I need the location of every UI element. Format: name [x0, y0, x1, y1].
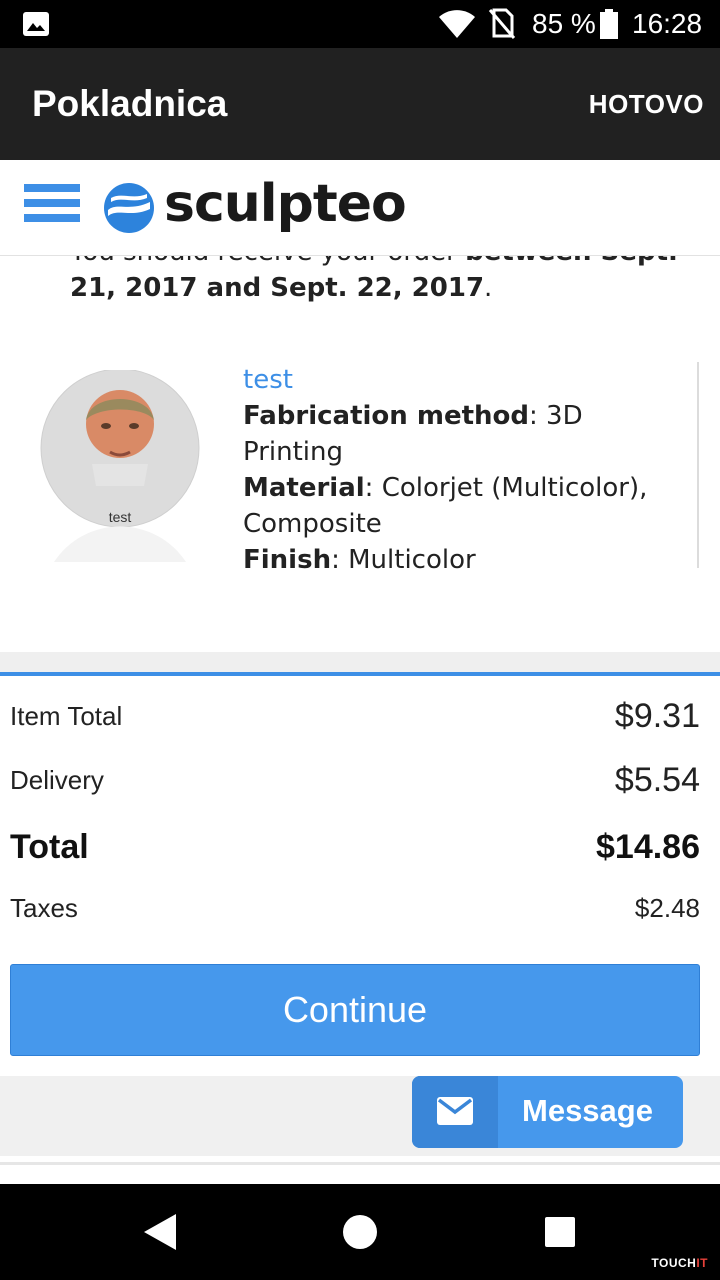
taxes-value: $2.48 [634, 893, 700, 923]
home-icon[interactable] [343, 1215, 377, 1249]
item-total-value: $9.31 [614, 697, 700, 735]
material-line: Material: Colorjet (Multicolor), Composi… [243, 473, 648, 539]
item-divider [697, 362, 699, 568]
sculpteo-logo-icon[interactable] [103, 182, 155, 234]
delivery-row: Delivery $5.54 [10, 760, 700, 800]
no-sim-icon [488, 8, 516, 39]
status-bar: 85 % 16:28 [0, 0, 720, 48]
battery-percent: 85 % [532, 8, 596, 39]
image-icon [23, 12, 49, 36]
item-name-link[interactable]: test [243, 362, 293, 398]
total-label: Total [10, 828, 89, 866]
app-bar: Pokladnica HOTOVO [0, 48, 720, 160]
model-thumbnail[interactable]: test [40, 370, 200, 562]
delivery-note: You should receive your order between Se… [70, 256, 678, 303]
hamburger-menu-icon[interactable] [24, 184, 80, 228]
total-row: Total $14.86 [10, 826, 700, 868]
footer-divider [0, 1162, 720, 1165]
item-details: Fabrication method: 3D Printing Material… [243, 398, 683, 578]
item-total-row: Item Total $9.31 [10, 696, 700, 736]
done-button[interactable]: HOTOVO [589, 86, 704, 122]
item-total-label: Item Total [10, 701, 123, 731]
back-icon[interactable] [142, 1212, 178, 1252]
watermark: TOUCHIT [651, 1256, 708, 1270]
message-button[interactable]: Message [412, 1076, 683, 1148]
delivery-value: $5.54 [614, 761, 700, 799]
taxes-row: Taxes $2.48 [10, 890, 700, 926]
logo-text[interactable]: sculpteo [164, 174, 407, 234]
continue-button[interactable]: Continue [10, 964, 700, 1056]
recents-icon[interactable] [545, 1217, 575, 1247]
clock: 16:28 [632, 8, 703, 39]
total-value: $14.86 [596, 828, 700, 866]
message-label: Message [522, 1093, 653, 1128]
summary-top-rule [0, 672, 720, 676]
page-title: Pokladnica [32, 83, 228, 124]
taxes-label: Taxes [10, 893, 78, 923]
system-nav-bar: TOUCHIT [0, 1184, 720, 1280]
site-header: sculpteo [0, 160, 720, 256]
order-content: You should receive your order between Se… [0, 256, 720, 652]
battery-icon [600, 9, 618, 39]
delivery-label: Delivery [10, 765, 104, 795]
section-separator [0, 652, 720, 672]
thumbnail-caption: test [109, 509, 132, 525]
wifi-icon [439, 10, 475, 38]
message-icon-box [412, 1076, 498, 1148]
mail-icon [437, 1097, 473, 1125]
fabrication-line: Fabrication method: 3D Printing [243, 401, 583, 467]
finish-line: Finish: Multicolor [243, 545, 476, 575]
